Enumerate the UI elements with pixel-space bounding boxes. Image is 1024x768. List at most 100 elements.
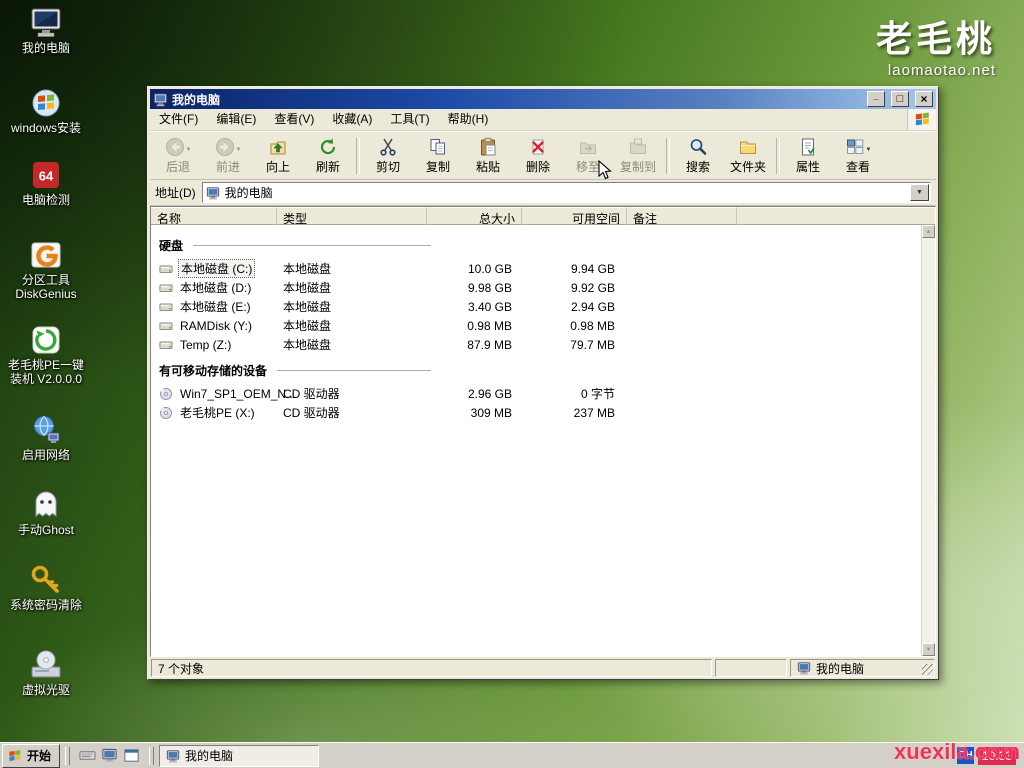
- desktop-icon-column: 我的电脑 windows安装 64 电脑检测 分区工具 DiskGenius 老…: [4, 0, 90, 768]
- resize-grip[interactable]: [922, 664, 933, 675]
- quick-launch-1[interactable]: [79, 747, 96, 764]
- desktop-icon-label: 我的电脑: [22, 42, 70, 56]
- up-icon: [268, 137, 288, 157]
- address-dropdown-button[interactable]: [910, 184, 929, 201]
- back-icon: [165, 137, 185, 157]
- disk-icon: [159, 338, 173, 352]
- toolbar-button-refresh[interactable]: 刷新: [303, 134, 353, 177]
- desktop-icon-diskgenius[interactable]: 分区工具 DiskGenius: [4, 238, 88, 302]
- column-header[interactable]: 类型: [277, 207, 427, 225]
- drive-row[interactable]: Win7_SP1_OEM_N... CD 驱动器 2.96 GB 0 字节: [151, 384, 922, 403]
- brand-logo-text: 老毛桃: [876, 10, 996, 62]
- minimize-button[interactable]: [867, 91, 885, 107]
- desktop-icon-pe-onekey-install[interactable]: 老毛桃PE一键 装机 V2.0.0.0: [4, 323, 88, 387]
- toolbar-button-move-to[interactable]: 移至: [563, 134, 613, 177]
- toolbar-button-label: 查看: [846, 158, 870, 175]
- maximize-button[interactable]: [891, 91, 909, 107]
- toolbar-button-paste[interactable]: 粘贴: [463, 134, 513, 177]
- quick-launch-handle: [65, 747, 70, 765]
- toolbar-button-properties[interactable]: 属性: [783, 134, 833, 177]
- drive-row[interactable]: RAMDisk (Y:) 本地磁盘 0.98 MB 0.98 MB: [151, 316, 922, 335]
- computer-icon: [153, 92, 168, 107]
- desktop-icon-enable-network[interactable]: 启用网络: [4, 413, 88, 463]
- desktop-icon-my-computer[interactable]: 我的电脑: [4, 6, 88, 56]
- vertical-scrollbar[interactable]: [921, 225, 935, 656]
- toolbar-button-search[interactable]: 搜索: [673, 134, 723, 177]
- cd-icon: [159, 387, 173, 401]
- toolbar-button-label: 向上: [266, 158, 290, 175]
- group-header: 有可移动存储的设备: [159, 362, 431, 379]
- menu-item[interactable]: 文件(F): [150, 109, 207, 130]
- manual-ghost-icon: [29, 488, 63, 522]
- list-body: 硬盘 本地磁盘 (C:) 本地磁盘 10.0 GB 9.94 GB 本地磁盘 (…: [151, 225, 922, 656]
- column-headers: 名称类型总大小可用空间备注: [151, 207, 935, 225]
- drive-row[interactable]: 本地磁盘 (E:) 本地磁盘 3.40 GB 2.94 GB: [151, 297, 922, 316]
- properties-icon: [798, 137, 818, 157]
- drive-row[interactable]: 本地磁盘 (C:) 本地磁盘 10.0 GB 9.94 GB: [151, 259, 922, 278]
- virtual-cd-icon: [29, 648, 63, 682]
- toolbar-button-label: 搜索: [686, 158, 710, 175]
- desktop-icon-virtual-cd[interactable]: 虚拟光驱: [4, 648, 88, 698]
- toolbar-button-forward[interactable]: 前进: [203, 134, 253, 177]
- toolbar-button-folders[interactable]: 文件夹: [723, 134, 773, 177]
- quick-launch-3[interactable]: [123, 747, 140, 764]
- window-titlebar[interactable]: 我的电脑: [150, 89, 936, 109]
- drive-row[interactable]: 老毛桃PE (X:) CD 驱动器 309 MB 237 MB: [151, 403, 922, 422]
- column-header[interactable]: 备注: [627, 207, 737, 225]
- desktop-icon-manual-ghost[interactable]: 手动Ghost: [4, 488, 88, 538]
- drive-row[interactable]: 本地磁盘 (D:) 本地磁盘 9.98 GB 9.92 GB: [151, 278, 922, 297]
- address-label: 地址(D): [155, 184, 196, 201]
- toolbar-button-copy-to[interactable]: 复制到: [613, 134, 663, 177]
- menu-item[interactable]: 查看(V): [265, 109, 323, 130]
- toolbar-button-cut[interactable]: 剪切: [363, 134, 413, 177]
- toolbar-button-up[interactable]: 向上: [253, 134, 303, 177]
- drive-type: 本地磁盘: [277, 260, 427, 277]
- toolbar-button-copy[interactable]: 复制: [413, 134, 463, 177]
- cut-icon: [378, 137, 398, 157]
- drive-row[interactable]: Temp (Z:) 本地磁盘 87.9 MB 79.7 MB: [151, 335, 922, 354]
- computer-icon: [166, 749, 180, 763]
- scroll-up-button[interactable]: [922, 225, 935, 238]
- column-header-empty[interactable]: [737, 207, 935, 225]
- column-header[interactable]: 可用空间: [522, 207, 627, 225]
- drive-name: 本地磁盘 (C:): [178, 259, 255, 278]
- windows-flag-icon: [7, 748, 23, 764]
- desktop-icon-label: windows安装: [11, 122, 81, 136]
- address-combobox[interactable]: 我的电脑: [202, 182, 931, 203]
- desktop-icon-label: 老毛桃PE一键 装机 V2.0.0.0: [8, 359, 84, 387]
- column-header[interactable]: 名称: [151, 207, 277, 225]
- drive-total-size: 10.0 GB: [427, 262, 522, 276]
- start-button[interactable]: 开始: [2, 744, 60, 768]
- scroll-down-button[interactable]: [922, 643, 935, 656]
- move-to-icon: [578, 137, 598, 157]
- menu-item[interactable]: 工具(T): [381, 109, 438, 130]
- menu-item[interactable]: 帮助(H): [439, 109, 498, 130]
- toolbar-button-back[interactable]: 后退: [153, 134, 203, 177]
- desktop-icon-pc-check-64[interactable]: 64 电脑检测: [4, 158, 88, 208]
- column-header[interactable]: 总大小: [427, 207, 522, 225]
- disk-icon: [159, 300, 173, 314]
- menu-item[interactable]: 编辑(E): [207, 109, 265, 130]
- enable-network-icon: [29, 413, 63, 447]
- desktop-icon-windows-install[interactable]: windows安装: [4, 86, 88, 136]
- start-button-label: 开始: [27, 747, 51, 764]
- drive-name: 本地磁盘 (E:): [178, 298, 253, 315]
- password-clear-icon: [29, 563, 63, 597]
- menu-item[interactable]: 收藏(A): [323, 109, 381, 130]
- drive-free-space: 237 MB: [522, 406, 627, 420]
- drive-total-size: 87.9 MB: [427, 338, 522, 352]
- quick-launch-2[interactable]: [101, 747, 118, 764]
- toolbar-button-delete[interactable]: 删除: [513, 134, 563, 177]
- drive-type: 本地磁盘: [277, 317, 427, 334]
- toolbar-button-views[interactable]: 查看: [833, 134, 883, 177]
- desktop-icon-password-clear[interactable]: 系统密码清除: [4, 563, 88, 613]
- toolbar-button-label: 复制到: [620, 158, 656, 175]
- windows-install-icon: [29, 86, 63, 120]
- my-computer-window: 我的电脑 文件(F)编辑(E)查看(V)收藏(A)工具(T)帮助(H) 后退 前…: [147, 86, 939, 680]
- dropdown-arrow-icon: [236, 140, 242, 154]
- drive-free-space: 0 字节: [522, 385, 627, 402]
- drive-total-size: 0.98 MB: [427, 319, 522, 333]
- toolbar-separator: [666, 138, 670, 174]
- taskbar-task-my-computer[interactable]: 我的电脑: [159, 745, 319, 767]
- close-button[interactable]: [915, 91, 933, 107]
